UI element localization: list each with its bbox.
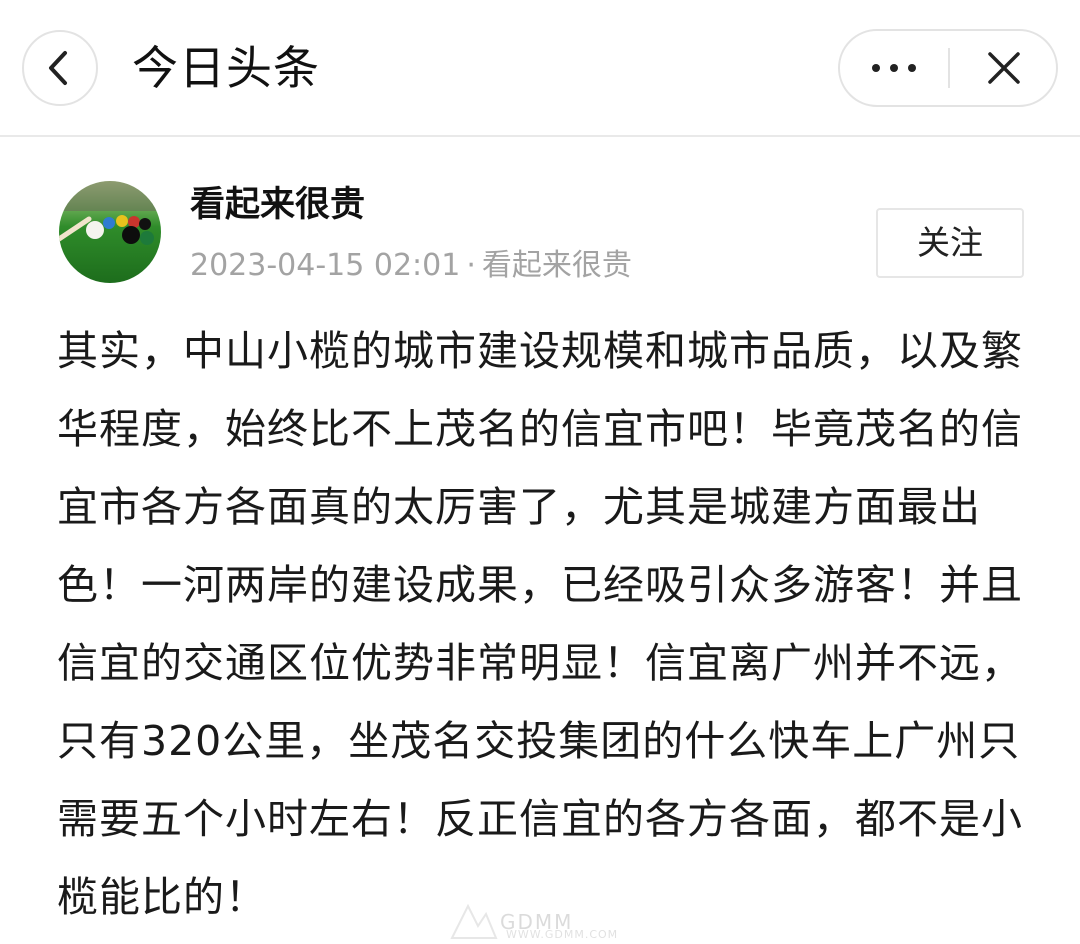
- post-source[interactable]: 看起来很贵: [482, 248, 632, 283]
- page-title: 今日头条: [132, 41, 320, 95]
- watermark-logo: [450, 903, 498, 939]
- close-button[interactable]: [952, 31, 1056, 105]
- chevron-left-icon: [49, 51, 67, 85]
- more-button[interactable]: [840, 31, 948, 105]
- follow-button[interactable]: 关注: [876, 208, 1024, 278]
- more-dots-icon: [872, 64, 916, 72]
- back-button[interactable]: [22, 30, 98, 106]
- post-timestamp: 2023-04-15 02:01: [190, 248, 461, 283]
- post-meta: 2023-04-15 02:01 · 看起来很贵: [190, 246, 632, 286]
- mini-program-capsule: [838, 29, 1058, 107]
- author-name[interactable]: 看起来很贵: [190, 183, 365, 227]
- meta-separator: ·: [466, 248, 476, 283]
- post-body-text: 其实，中山小榄的城市建设规模和城市品质，以及繁华程度，始终比不上茂名的信宜市吧！…: [57, 327, 1023, 921]
- watermark: GDMM WWW.GDMM.COM: [448, 900, 648, 944]
- avatar[interactable]: [59, 181, 161, 283]
- watermark-url: WWW.GDMM.COM: [506, 928, 619, 941]
- capsule-divider: [948, 48, 950, 88]
- close-icon: [988, 52, 1020, 84]
- top-nav-bar: 今日头条: [0, 0, 1080, 137]
